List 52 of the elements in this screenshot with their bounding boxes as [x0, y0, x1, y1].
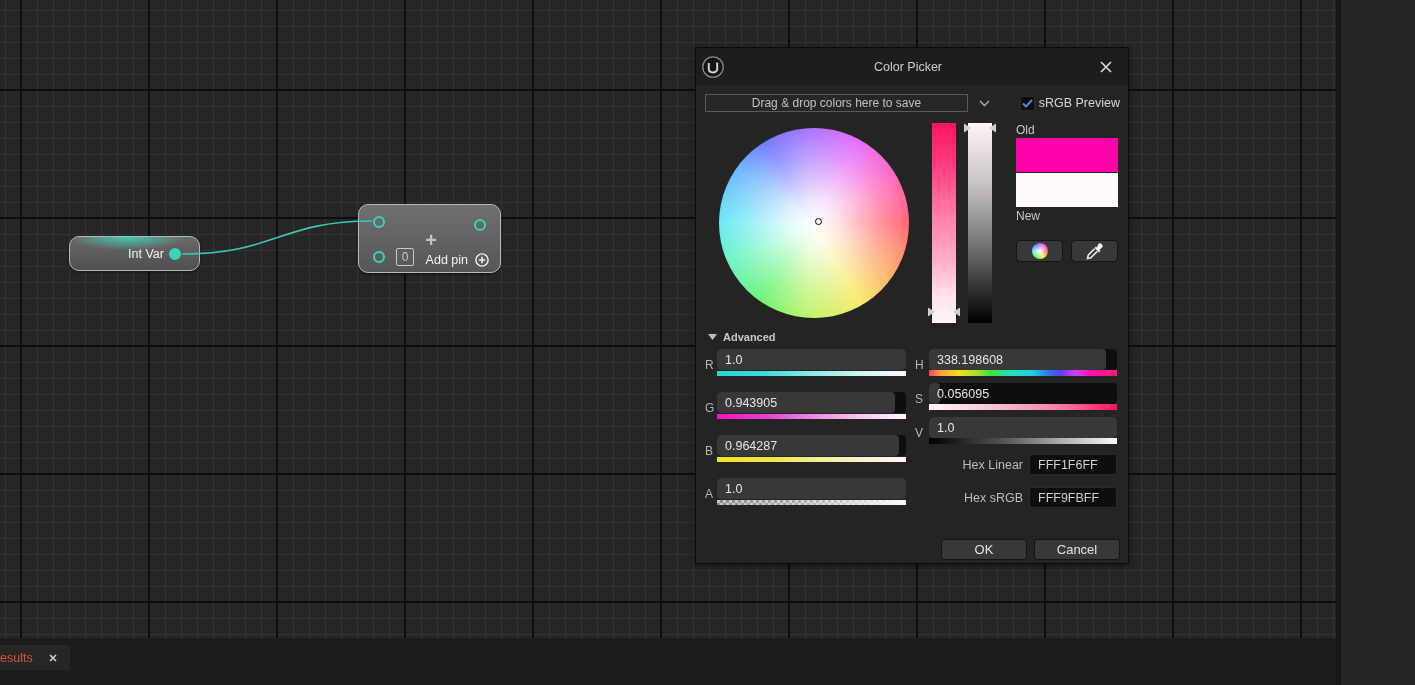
channel-label: G: [705, 400, 716, 415]
channel-label: A: [705, 486, 714, 501]
number-field[interactable]: 338.198608: [929, 349, 1117, 370]
channel-label: S: [915, 391, 924, 406]
advanced-toggle[interactable]: Advanced: [705, 331, 776, 343]
channel-label: R: [705, 357, 715, 372]
chevron-down-icon[interactable]: [979, 99, 990, 107]
hex-label: Hex sRGB: [963, 490, 1023, 505]
slider-thumb[interactable]: [928, 306, 960, 317]
check-icon: [1021, 98, 1033, 108]
close-button[interactable]: [1098, 58, 1114, 75]
output-pin-icon[interactable]: [169, 247, 181, 260]
channel-label: H: [915, 357, 925, 372]
variable-node[interactable]: Int Var: [69, 236, 200, 271]
checkbox[interactable]: [1019, 95, 1035, 111]
checkbox-label[interactable]: sRGB Preview: [1038, 96, 1120, 110]
node-title: Int Var: [128, 246, 164, 261]
input-pin-icon[interactable]: [373, 216, 385, 228]
compact-node[interactable]: + 0 Add pin: [358, 204, 501, 273]
swatch-label: Old: [1016, 123, 1036, 138]
plus-circle-icon: [475, 253, 489, 267]
node-title: +: [425, 232, 437, 248]
default-value-field[interactable]: 0: [396, 248, 414, 266]
number-field[interactable]: 1.0: [717, 349, 906, 370]
color-wheel-icon: [1031, 243, 1048, 259]
eyedropper-icon: [1086, 242, 1103, 260]
number-field[interactable]: 1.0: [929, 417, 1117, 438]
swatch-label: New: [1016, 209, 1041, 224]
output-pin-icon[interactable]: [474, 219, 486, 231]
channel-label: B: [705, 443, 714, 458]
add-pin-button[interactable]: Add pin: [425, 253, 489, 267]
close-icon[interactable]: [48, 653, 57, 662]
number-field[interactable]: 0.056095: [929, 383, 1117, 404]
dialog-button[interactable]: Cancel: [1034, 539, 1120, 560]
channel-label: V: [915, 425, 924, 440]
logo-icon: [702, 55, 724, 78]
hex-field[interactable]: FFF9FBFF: [1029, 487, 1117, 508]
window-title: Color Picker: [873, 59, 943, 74]
panel-tab[interactable]: esults: [0, 645, 70, 670]
color-wheel-button[interactable]: [1016, 240, 1063, 262]
eyedropper-button[interactable]: [1071, 240, 1118, 262]
slider-thumb[interactable]: [964, 123, 996, 133]
dialog-button[interactable]: OK: [941, 539, 1027, 560]
color-drop-zone[interactable]: Drag & drop colors here to save: [705, 94, 968, 112]
close-icon: [1100, 60, 1112, 73]
number-field[interactable]: 1.0: [717, 478, 906, 499]
selector-handle-icon[interactable]: [815, 217, 823, 225]
hex-label: Hex Linear: [962, 457, 1023, 472]
number-field[interactable]: 0.943905: [717, 392, 906, 413]
hex-field[interactable]: FFF1F6FF: [1029, 454, 1117, 475]
number-field[interactable]: 0.964287: [717, 435, 906, 456]
input-pin-icon[interactable]: [373, 251, 385, 263]
